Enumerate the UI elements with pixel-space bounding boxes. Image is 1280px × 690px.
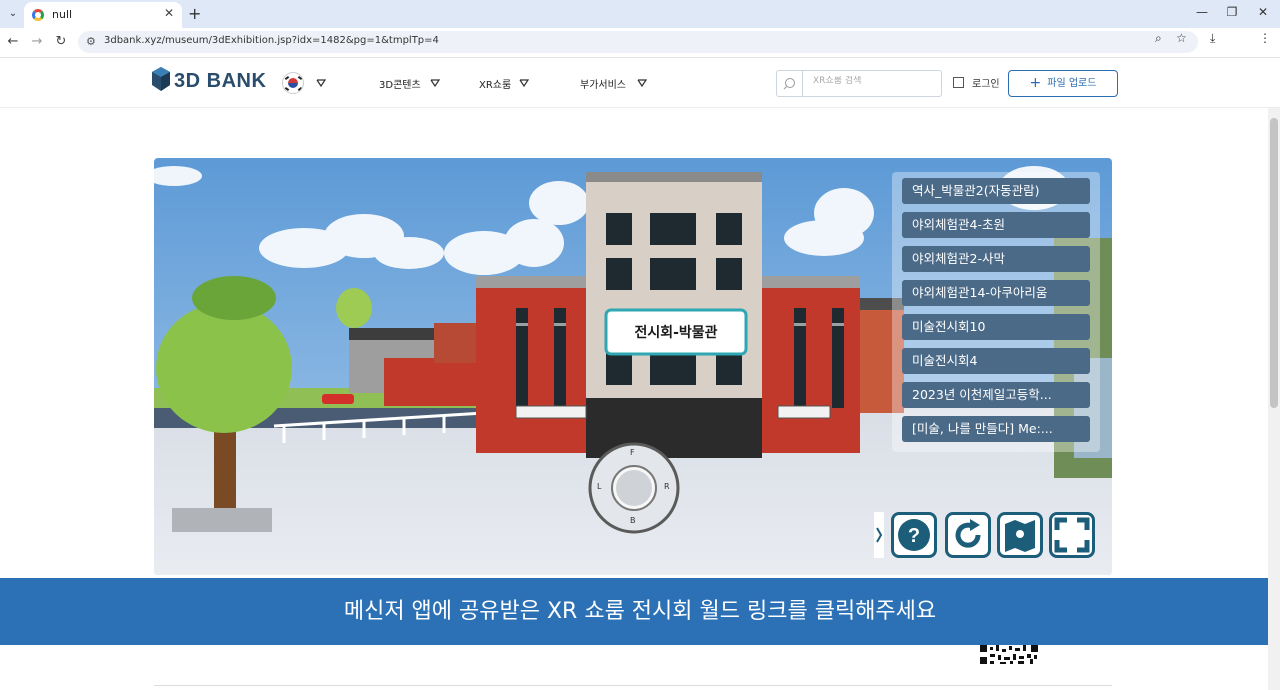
- upload-label: 파일 업로드: [1047, 78, 1097, 89]
- room-item[interactable]: [미술, 나를 만들다] Me:...: [902, 416, 1090, 442]
- browser-tab[interactable]: null ✕: [24, 2, 182, 28]
- refresh-icon[interactable]: [945, 512, 991, 558]
- site-info-icon[interactable]: ⚙: [86, 35, 96, 48]
- zoom-icon[interactable]: ⌕: [1155, 31, 1162, 46]
- room-list: 역사_박물관2(자동관람) 야외체험관4-초원 야외체험관2-사막 야외체험관1…: [892, 172, 1100, 452]
- tab-title: null: [52, 8, 73, 21]
- korea-flag-icon[interactable]: [282, 72, 304, 94]
- new-tab-icon[interactable]: +: [188, 4, 201, 23]
- language-dropdown-icon[interactable]: [316, 78, 326, 88]
- login-label: 로그인: [972, 79, 1000, 90]
- site-header: 3D BANK 3D콘텐츠 XR쇼룸 부가서비스 로그인 + 파일 업로드: [0, 58, 1280, 108]
- search-box: [776, 70, 942, 97]
- room-item[interactable]: 야외체험관2-사막: [902, 246, 1090, 272]
- login-link[interactable]: 로그인: [953, 75, 1000, 90]
- close-window-icon[interactable]: ✕: [1255, 5, 1271, 19]
- page-scrollbar[interactable]: [1268, 108, 1280, 690]
- room-item[interactable]: 야외체험관4-초원: [902, 212, 1090, 238]
- menu-3d-contents[interactable]: 3D콘텐츠: [379, 76, 421, 91]
- back-icon[interactable]: ←: [5, 34, 21, 49]
- room-item[interactable]: 미술전시회10: [902, 314, 1090, 340]
- logo-icon[interactable]: [151, 65, 171, 93]
- bookmark-star-icon[interactable]: ☆: [1176, 31, 1187, 45]
- map-icon[interactable]: [997, 512, 1043, 558]
- menu-extra-services[interactable]: 부가서비스: [580, 76, 626, 91]
- svg-text:?: ?: [908, 525, 920, 547]
- browser-menu-icon[interactable]: ⋮: [1259, 31, 1271, 45]
- close-tab-icon[interactable]: ✕: [164, 6, 174, 20]
- forward-icon[interactable]: →: [29, 34, 45, 49]
- upload-file-button[interactable]: + 파일 업로드: [1008, 70, 1118, 97]
- chevron-down-icon[interactable]: [519, 78, 529, 88]
- help-icon[interactable]: ?: [891, 512, 937, 558]
- joystick-forward-label: F: [630, 448, 635, 457]
- room-item[interactable]: 역사_박물관2(자동관람): [902, 178, 1090, 204]
- browser-tab-bar: ⌄ null ✕ + — ❐ ✕: [0, 0, 1280, 28]
- login-icon: [953, 77, 964, 88]
- search-icon[interactable]: [777, 71, 803, 96]
- scrollbar-thumb[interactable]: [1270, 118, 1278, 408]
- fullscreen-icon[interactable]: [1049, 512, 1095, 558]
- url-field[interactable]: ⚙ 3dbank.xyz/museum/3dExhibition.jsp?idx…: [78, 31, 1198, 53]
- chevron-down-icon[interactable]: [430, 78, 440, 88]
- collapse-arrow-icon[interactable]: [874, 512, 884, 558]
- url-text: 3dbank.xyz/museum/3dExhibition.jsp?idx=1…: [104, 35, 439, 46]
- room-item[interactable]: 야외체험관14-아쿠아리움: [902, 280, 1090, 306]
- room-item[interactable]: 미술전시회4: [902, 348, 1090, 374]
- logo-text[interactable]: 3D BANK: [174, 70, 266, 93]
- plus-icon: +: [1029, 75, 1042, 91]
- 3d-exhibition-viewer[interactable]: 전시회-박물관 F L R B 역사_박물관2(자동관람) 야외체험관4-초원 …: [154, 158, 1112, 575]
- movement-joystick[interactable]: F L R B: [590, 444, 678, 532]
- joystick-left-label: L: [597, 482, 602, 491]
- joystick-back-label: B: [630, 516, 636, 525]
- tab-search-icon[interactable]: ⌄: [4, 5, 22, 23]
- reload-icon[interactable]: ↻: [53, 34, 69, 49]
- restore-icon[interactable]: ❐: [1224, 5, 1240, 19]
- joystick-right-label: R: [664, 482, 670, 491]
- divider: [154, 685, 1112, 686]
- instruction-banner: 메신저 앱에 공유받은 XR 쇼룸 전시회 월드 링크를 클릭해주세요: [0, 578, 1280, 645]
- minimize-icon[interactable]: —: [1194, 5, 1210, 19]
- qr-code-icon: [980, 645, 1038, 665]
- download-icon[interactable]: ⤓: [1210, 31, 1215, 46]
- chevron-down-icon[interactable]: [637, 78, 647, 88]
- building-sign-text: 전시회-박물관: [634, 325, 718, 341]
- favicon-icon: [32, 9, 44, 21]
- menu-xr-showroom[interactable]: XR쇼룸: [479, 76, 511, 91]
- search-input[interactable]: [813, 76, 933, 86]
- room-item[interactable]: 2023년 이천제일고등학...: [902, 382, 1090, 408]
- address-bar: ← → ↻ ⚙ 3dbank.xyz/museum/3dExhibition.j…: [0, 28, 1280, 58]
